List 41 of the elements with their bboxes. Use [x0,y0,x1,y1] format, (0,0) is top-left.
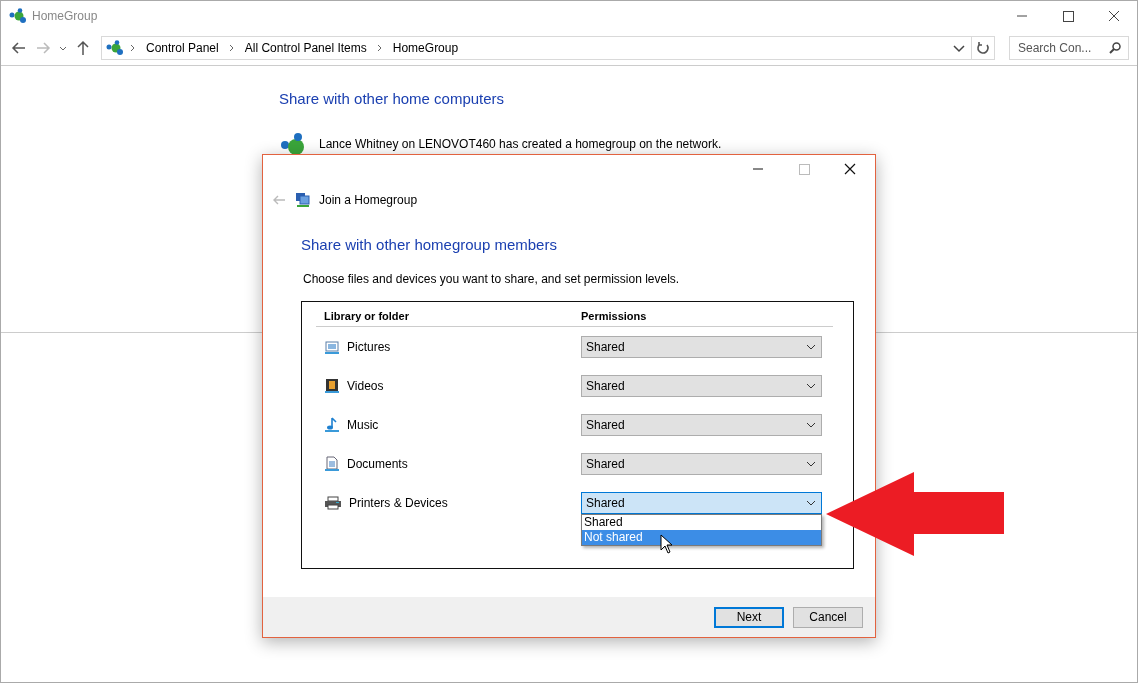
permission-dropdown[interactable]: Shared [581,452,822,475]
caret-icon [805,498,817,507]
dropdown-option[interactable]: Shared [582,514,821,530]
homegroup-icon [106,40,124,56]
search-icon [1108,41,1122,55]
caret-icon [805,342,817,351]
homegroup-icon [281,133,304,155]
homegroup-icon [9,8,27,24]
caret-icon [805,381,817,390]
breadcrumb[interactable]: All Control Panel Items [240,41,371,55]
library-name: Music [347,417,379,432]
breadcrumb[interactable]: Control Panel [142,41,223,55]
document-icon [324,455,340,472]
breadcrumb[interactable]: HomeGroup [388,41,463,55]
permission-dropdown[interactable]: Shared [581,413,822,436]
dialog-button[interactable]: Cancel [793,606,863,628]
library-name: Videos [347,378,384,393]
dialog-description: Choose files and devices you want to share, and set permission levels. [303,272,681,286]
column-header: Library or folder [324,310,410,322]
film-icon [324,377,340,394]
dialog-button[interactable]: Next [714,606,784,628]
dialog-heading: Share with other homegroup members [301,236,558,253]
permission-dropdown[interactable]: Shared [581,335,822,358]
homegroup-message: Lance Whitney on LENOVOT460 has created a homegroup on the network. [319,137,722,151]
caret-icon [805,459,817,468]
window-title: HomeGroup [32,9,98,23]
network-icon [295,192,311,208]
address-bar[interactable]: Control Panel All Control Panel Items HomeGroup [101,36,995,60]
search-field[interactable]: Search Con... [1009,36,1129,60]
caret-icon [805,420,817,429]
section-heading: Share with other home computers [279,90,506,107]
library-name: Printers & Devices [349,495,448,510]
library-name: Documents [347,456,408,471]
permission-dropdown[interactable]: Shared [581,491,822,514]
library-name: Pictures [347,339,391,354]
music-note-icon [324,416,340,433]
dialog-title: Join a Homegroup [319,193,418,207]
column-header: Permissions [581,310,647,322]
picture-icon [324,338,340,355]
permission-dropdown[interactable]: Shared [581,374,822,397]
printer-icon [324,494,342,511]
